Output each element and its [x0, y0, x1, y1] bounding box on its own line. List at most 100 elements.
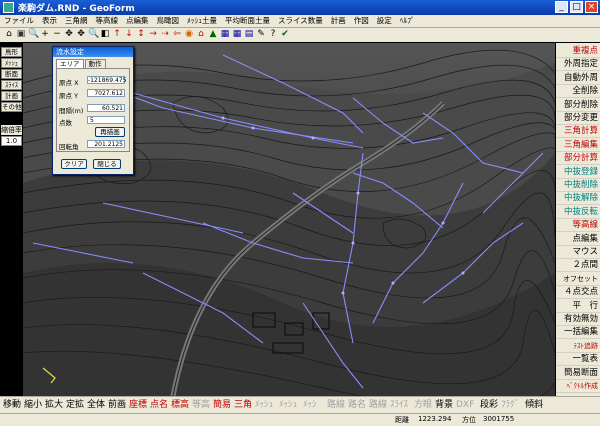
bottom-button-22[interactable]: 段彩 [480, 399, 498, 412]
menu-item-4[interactable]: 点編集 [122, 15, 153, 27]
bottom-button-24[interactable]: 傾斜 [525, 399, 543, 412]
maximize-button[interactable]: □ [570, 1, 583, 13]
menu-item-1[interactable]: 表示 [38, 15, 61, 27]
toolbar-icon-11[interactable]: ↕ [136, 29, 146, 40]
bottom-button-23[interactable]: ﾌﾗｸﾞ [501, 399, 519, 412]
menu-item-3[interactable]: 等高線 [92, 15, 123, 27]
bottom-button-14[interactable]: ﾒｯｼ [303, 399, 317, 412]
right-button-13[interactable]: 等高線 [556, 219, 600, 233]
toolbar-icon-3[interactable]: + [40, 29, 50, 40]
toolbar-icon-22[interactable]: ? [268, 29, 278, 40]
menu-item-0[interactable]: ファイル [0, 15, 38, 27]
bottom-button-12[interactable]: ﾒｯｼｭ [255, 399, 273, 412]
bottom-button-18[interactable]: ｽﾗｲｽ [390, 399, 408, 412]
toolbar-icon-7[interactable]: 🔍 [88, 29, 99, 40]
toolbar-icon-20[interactable]: ▤ [244, 29, 254, 40]
bottom-button-17[interactable]: 路線 [369, 399, 387, 412]
rotation-field[interactable]: 201.2125 [87, 140, 125, 148]
redraw-button[interactable]: 再描画 [95, 127, 125, 137]
menu-item-5[interactable]: 鳥瞰図 [153, 15, 184, 27]
right-button-19[interactable]: 平 行 [556, 300, 600, 313]
left-button-4[interactable]: ｽﾗｲｽ [1, 80, 22, 90]
right-button-6[interactable]: 三角計算 [556, 125, 600, 139]
menu-item-11[interactable]: 設定 [373, 15, 396, 27]
right-button-23[interactable]: 一覧表 [556, 353, 600, 367]
menu-item-7[interactable]: 平均断面土量 [221, 15, 274, 27]
right-button-8[interactable]: 部分計算 [556, 152, 600, 166]
bottom-button-2[interactable]: 拡大 [45, 399, 63, 412]
toolbar-icon-0[interactable]: ⌂ [4, 29, 14, 40]
right-button-22[interactable]: ﾃｽﾄ追跡 [556, 340, 600, 353]
bottom-button-15[interactable]: 路線 [327, 399, 345, 412]
toolbar-icon-9[interactable]: ↑ [112, 29, 122, 40]
right-button-12[interactable]: 中抜反転 [556, 206, 600, 219]
bottom-button-13[interactable]: ﾒｯｼｭ [279, 399, 297, 412]
toolbar-icon-10[interactable]: ↓ [124, 29, 134, 40]
origin-y-field[interactable]: 7027.612 [87, 89, 125, 97]
toolbar-icon-16[interactable]: ⌂ [196, 29, 206, 40]
right-button-2[interactable]: 自動外周 [556, 72, 600, 85]
toolbar-icon-2[interactable]: 🔍 [28, 29, 39, 40]
interval-field[interactable]: 60.521 [87, 104, 125, 112]
toolbar-icon-13[interactable]: ⇢ [160, 29, 170, 40]
toolbar-icon-4[interactable]: − [52, 29, 62, 40]
right-button-15[interactable]: マウス [556, 246, 600, 259]
toolbar-icon-14[interactable]: ⇦ [172, 29, 182, 40]
bottom-button-19[interactable]: 方眼 [414, 399, 432, 412]
close-button[interactable]: × [585, 1, 598, 13]
bottom-button-0[interactable]: 移動 [3, 399, 21, 412]
toolbar-icon-15[interactable]: ◉ [184, 29, 194, 40]
bottom-button-16[interactable]: 路名 [348, 399, 366, 412]
clear-button[interactable]: クリア [61, 159, 87, 169]
right-button-14[interactable]: 点編集 [556, 233, 600, 246]
menu-item-2[interactable]: 三角網 [61, 15, 92, 27]
menu-item-8[interactable]: スライス数量 [274, 15, 327, 27]
right-button-10[interactable]: 中抜削除 [556, 179, 600, 192]
right-button-11[interactable]: 中抜解除 [556, 192, 600, 206]
right-button-20[interactable]: 有効無効 [556, 313, 600, 326]
right-button-16[interactable]: ２点間 [556, 259, 600, 273]
bottom-button-9[interactable]: 等高 [192, 399, 210, 412]
toolbar-icon-6[interactable]: ✥ [76, 29, 86, 40]
right-button-17[interactable]: オフセット [556, 273, 600, 286]
toolbar-icon-12[interactable]: → [148, 29, 158, 40]
right-button-9[interactable]: 中抜登録 [556, 166, 600, 179]
menu-item-10[interactable]: 作図 [350, 15, 373, 27]
toolbar-icon-1[interactable]: ▣ [16, 29, 26, 40]
right-button-18[interactable]: ４点交点 [556, 286, 600, 300]
toolbar-icon-18[interactable]: ▦ [220, 29, 230, 40]
origin-x-field[interactable]: -121869.475 [87, 76, 126, 84]
toolbar-icon-5[interactable]: ✥ [64, 29, 74, 40]
bottom-button-7[interactable]: 点名 [150, 399, 168, 412]
menu-item-6[interactable]: ﾒｯｼｭ土量 [183, 15, 221, 27]
bottom-button-10[interactable]: 簡易 [213, 399, 231, 412]
menu-item-12[interactable]: ﾍﾙﾌﾟ [396, 15, 419, 27]
right-button-0[interactable]: 重複点 [556, 45, 600, 58]
minimize-button[interactable]: _ [555, 1, 568, 13]
toolbar-icon-23[interactable]: ✔ [280, 29, 290, 40]
scale-value[interactable]: 1.0 [1, 136, 22, 146]
right-button-24[interactable]: 簡易断面 [556, 367, 600, 380]
bottom-button-8[interactable]: 標高 [171, 399, 189, 412]
bottom-button-5[interactable]: 前画 [108, 399, 126, 412]
right-button-7[interactable]: 三角編集 [556, 139, 600, 152]
toolbar-icon-17[interactable]: ▲ [208, 29, 218, 40]
left-button-6[interactable]: その他 [1, 102, 22, 112]
right-button-1[interactable]: 外周指定 [556, 58, 600, 72]
bottom-button-11[interactable]: 三角 [234, 399, 252, 412]
left-button-3[interactable]: 断面 [1, 69, 22, 79]
bottom-button-4[interactable]: 全体 [87, 399, 105, 412]
bottom-button-6[interactable]: 座標 [129, 399, 147, 412]
right-button-3[interactable]: 全削除 [556, 85, 600, 99]
menu-item-9[interactable]: 計画 [327, 15, 350, 27]
bottom-button-1[interactable]: 縮小 [24, 399, 42, 412]
right-button-4[interactable]: 部分削除 [556, 99, 600, 112]
left-button-2[interactable]: ﾒｯｼｭ [1, 58, 22, 68]
toolbar-icon-19[interactable]: ▦ [232, 29, 242, 40]
bottom-button-20[interactable]: 背景 [435, 399, 453, 412]
right-button-21[interactable]: 一括編集 [556, 326, 600, 340]
right-button-25[interactable]: ﾍﾞｸﾄﾙ作成 [556, 380, 600, 393]
left-button-5[interactable]: 計画 [1, 91, 22, 101]
bottom-button-3[interactable]: 定拡 [66, 399, 84, 412]
right-button-5[interactable]: 部分変更 [556, 112, 600, 125]
